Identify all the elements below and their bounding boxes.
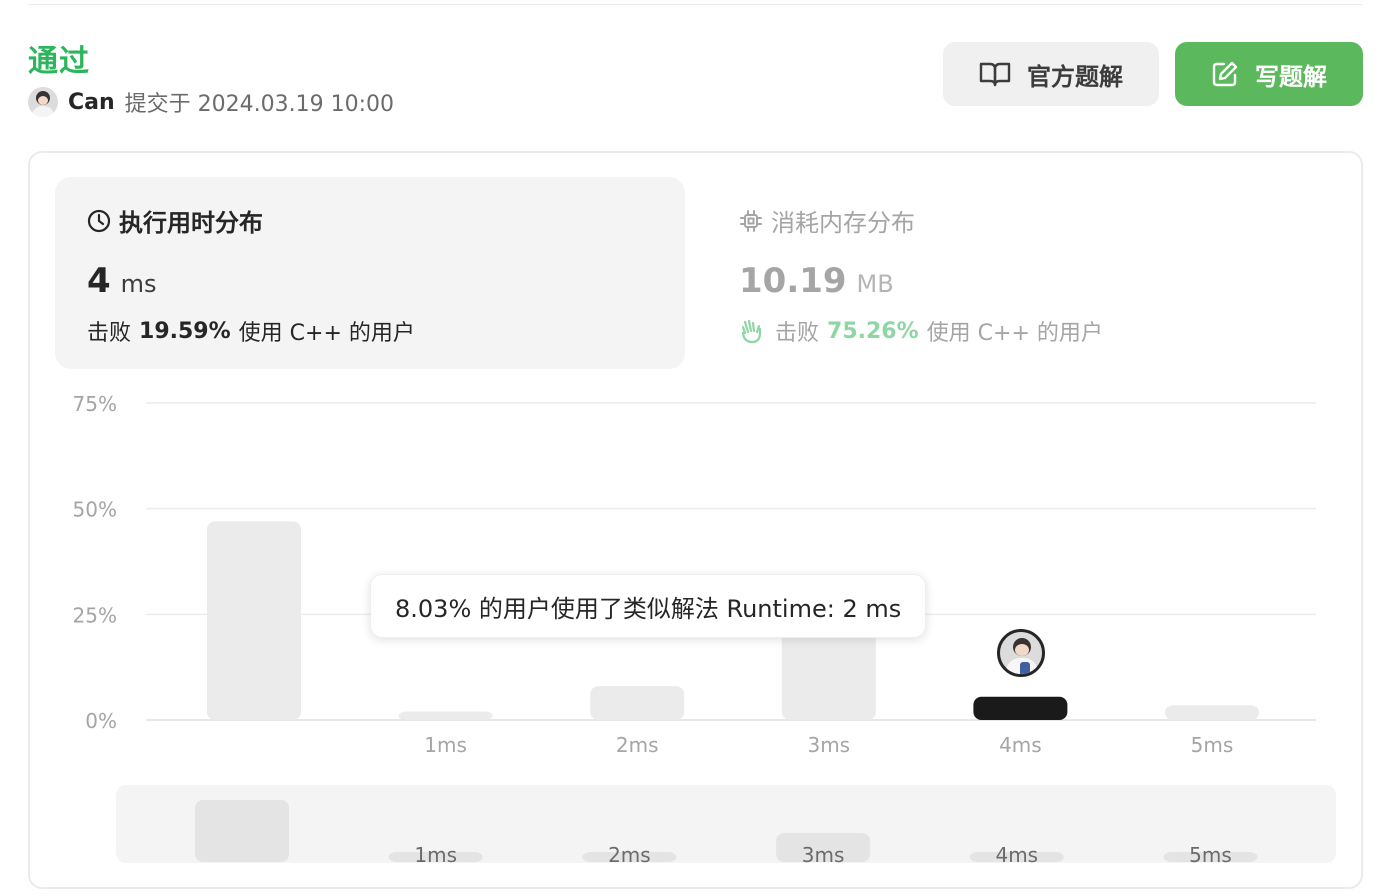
chart-bar[interactable]	[207, 521, 301, 720]
runtime-distribution-chart[interactable]: 0% 25% 50% 75% 1ms 2ms 3ms 4ms 5ms 1ms 2ms 3ms 4ms 5m…	[0, 0, 1384, 896]
chart-bar[interactable]	[398, 711, 493, 720]
x-tick-label: 2ms	[616, 733, 659, 757]
x-tick-label: 4ms	[999, 733, 1042, 757]
my-submission-avatar-marker[interactable]	[997, 629, 1045, 677]
x-tick-label: 5ms	[1191, 733, 1234, 757]
overview-x-label: 5ms	[1189, 843, 1232, 867]
overview-x-label: 2ms	[608, 843, 651, 867]
chart-bar[interactable]	[973, 696, 1068, 720]
x-tick-label: 3ms	[807, 733, 850, 757]
overview-x-label: 4ms	[995, 843, 1038, 867]
y-tick-label: 0%	[85, 709, 117, 733]
chart-bar[interactable]	[781, 627, 876, 720]
overview-x-label: 3ms	[802, 843, 845, 867]
overview-x-label: 1ms	[414, 843, 457, 867]
chart-tooltip: 8.03% 的用户使用了类似解法 Runtime: 2 ms	[370, 574, 927, 638]
x-tick-label: 1ms	[424, 733, 467, 757]
chart-bar[interactable]	[590, 686, 685, 720]
y-tick-label: 25%	[73, 603, 117, 627]
overview-bar	[195, 800, 289, 862]
chart-bar[interactable]	[1165, 705, 1259, 720]
y-tick-label: 75%	[73, 392, 117, 416]
overview-brush-area	[116, 785, 1336, 863]
y-tick-label: 50%	[73, 498, 117, 522]
